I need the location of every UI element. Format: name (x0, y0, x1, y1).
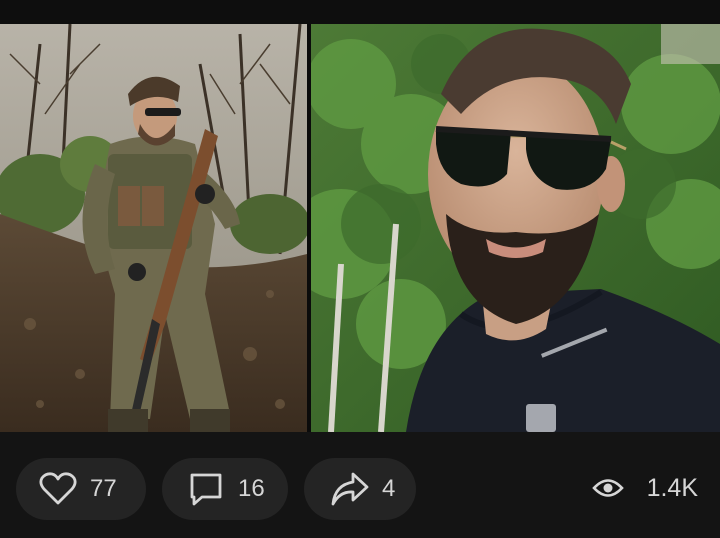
like-button[interactable]: 77 (16, 458, 146, 520)
comment-count: 16 (238, 475, 265, 502)
top-bar (0, 0, 720, 24)
comment-icon (186, 469, 226, 509)
share-button[interactable]: 4 (304, 458, 416, 520)
share-arrow-icon (330, 469, 370, 509)
soldier-photo (0, 24, 307, 432)
post-image-1[interactable] (0, 24, 307, 432)
views-counter: 1.4K (591, 468, 698, 508)
eye-icon (591, 471, 625, 505)
views-count: 1.4K (646, 473, 698, 502)
selfie-photo (311, 24, 720, 432)
heart-icon (38, 469, 78, 509)
share-count: 4 (382, 475, 396, 502)
post-card: 77 16 4 1.4K (0, 0, 720, 538)
like-count: 77 (90, 475, 117, 502)
comment-button[interactable]: 16 (162, 458, 288, 520)
post-image-2[interactable] (311, 24, 720, 432)
